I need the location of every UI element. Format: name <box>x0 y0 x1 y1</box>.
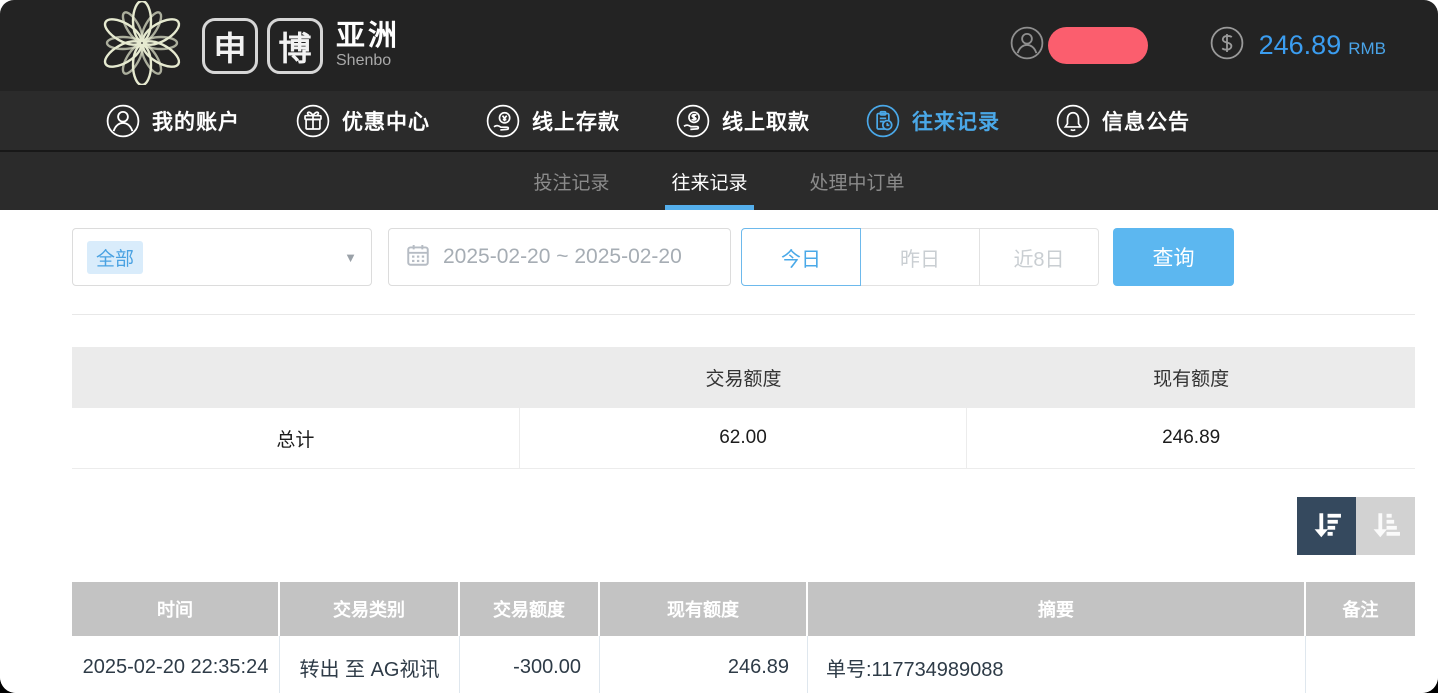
summary-header-current-balance: 现有额度 <box>967 347 1415 408</box>
record-time: 2025-02-20 22:35:24 <box>72 636 280 693</box>
record-summary: 单号:117734989088 <box>808 636 1306 693</box>
nav-item-transaction-records[interactable]: 往来记录 <box>866 104 1000 138</box>
records-header-time: 时间 <box>72 582 280 636</box>
range-button-yesterday[interactable]: 昨日 <box>860 228 980 286</box>
sort-descending-button[interactable] <box>1297 497 1356 555</box>
type-select-value: 全部 <box>87 241 143 274</box>
nav-label: 往来记录 <box>912 106 1000 136</box>
calendar-icon <box>405 242 431 273</box>
app-window: 申 博 亚洲 Shenbo <box>0 0 1438 693</box>
nav-label: 线上存款 <box>532 106 620 136</box>
summary-total-current-balance: 246.89 <box>967 408 1415 468</box>
record-type: 转出 至 AG视讯 <box>280 636 460 693</box>
records-table: 时间 交易类别 交易额度 现有额度 摘要 备注 2025-02-20 22:35… <box>72 582 1415 693</box>
lotus-flower-icon <box>100 1 184 90</box>
avatar-icon[interactable] <box>1010 26 1044 65</box>
range-button-last8days[interactable]: 近8日 <box>979 228 1099 286</box>
summary-total-row: 总计 62.00 246.89 <box>72 408 1415 469</box>
content-area: 全部 ▼ 2025-02-20 ~ 2025-02-20 <box>0 210 1438 693</box>
summary-table: 交易额度 现有额度 总计 62.00 246.89 <box>72 347 1415 469</box>
tab-pending-orders[interactable]: 处理中订单 <box>804 152 911 210</box>
summary-header-empty <box>72 347 520 408</box>
nav-item-my-account[interactable]: 我的账户 <box>106 104 240 138</box>
record-tabs: 投注记录 往来记录 处理中订单 <box>0 152 1438 210</box>
sort-ascending-icon <box>1367 506 1405 547</box>
logo-char-bo: 博 <box>267 18 323 74</box>
records-header-type: 交易类别 <box>280 582 460 636</box>
nav-item-withdraw[interactable]: 线上取款 <box>676 104 810 138</box>
summary-total-transaction-amount: 62.00 <box>520 408 968 468</box>
bell-icon <box>1056 104 1090 138</box>
nav-label: 信息公告 <box>1102 106 1190 136</box>
type-select[interactable]: 全部 ▼ <box>72 228 372 286</box>
dollar-coin-icon <box>1210 26 1244 65</box>
user-icon <box>106 104 140 138</box>
top-header: 申 博 亚洲 Shenbo <box>0 0 1438 91</box>
chevron-down-icon: ▼ <box>344 250 357 265</box>
records-header-summary: 摘要 <box>808 582 1306 636</box>
main-navigation: 我的账户 优惠中心 线上存款 <box>0 91 1438 152</box>
divider <box>72 314 1415 315</box>
sort-controls <box>72 497 1415 555</box>
nav-item-announcements[interactable]: 信息公告 <box>1056 104 1190 138</box>
date-range-value: 2025-02-20 ~ 2025-02-20 <box>443 245 682 269</box>
date-range-input[interactable]: 2025-02-20 ~ 2025-02-20 <box>388 228 731 286</box>
records-header-row: 时间 交易类别 交易额度 现有额度 摘要 备注 <box>72 582 1415 636</box>
sort-ascending-button[interactable] <box>1356 497 1415 555</box>
logo-char-shen: 申 <box>202 18 258 74</box>
record-amount: -300.00 <box>460 636 600 693</box>
logo-region-text: 亚洲 <box>336 21 400 51</box>
records-icon <box>866 104 900 138</box>
balance-amount: 246.89 <box>1259 30 1342 61</box>
summary-total-label: 总计 <box>72 408 520 468</box>
quick-range-group: 今日 昨日 近8日 <box>741 228 1099 286</box>
range-button-today[interactable]: 今日 <box>741 228 861 286</box>
search-button[interactable]: 查询 <box>1113 228 1234 286</box>
records-header-note: 备注 <box>1306 582 1415 636</box>
record-note <box>1306 636 1415 693</box>
balance-currency: RMB <box>1348 33 1386 59</box>
tab-transaction-records[interactable]: 往来记录 <box>665 152 753 210</box>
filter-bar: 全部 ▼ 2025-02-20 ~ 2025-02-20 <box>72 228 1415 286</box>
brand-logo[interactable]: 申 博 亚洲 Shenbo <box>100 1 400 90</box>
record-balance: 246.89 <box>600 636 808 693</box>
withdraw-icon <box>676 104 710 138</box>
logo-subtitle: Shenbo <box>336 52 400 70</box>
nav-label: 线上取款 <box>722 106 810 136</box>
nav-label: 优惠中心 <box>342 106 430 136</box>
nav-item-promotions[interactable]: 优惠中心 <box>296 104 430 138</box>
gift-icon <box>296 104 330 138</box>
table-row: 2025-02-20 22:35:24 转出 至 AG视讯 -300.00 24… <box>72 636 1415 693</box>
deposit-icon <box>486 104 520 138</box>
nav-label: 我的账户 <box>152 106 240 136</box>
username-redacted-pill[interactable] <box>1048 27 1148 64</box>
sort-descending-icon <box>1308 506 1346 547</box>
records-header-amount: 交易额度 <box>460 582 600 636</box>
summary-header-transaction-amount: 交易额度 <box>520 347 968 408</box>
balance-display[interactable]: 246.89 RMB <box>1210 26 1386 65</box>
tab-betting-records[interactable]: 投注记录 <box>527 152 615 210</box>
nav-item-deposit[interactable]: 线上存款 <box>486 104 620 138</box>
summary-header-row: 交易额度 现有额度 <box>72 347 1415 408</box>
records-header-balance: 现有额度 <box>600 582 808 636</box>
